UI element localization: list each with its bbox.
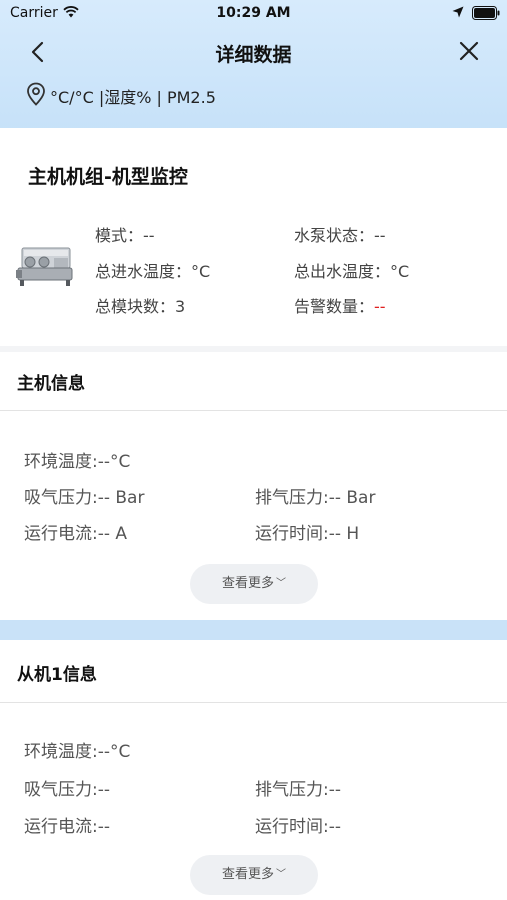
- location-pin-icon: [27, 82, 45, 106]
- chevron-down-icon: ﹀: [276, 869, 286, 880]
- mode-field: 模式：--: [95, 226, 155, 245]
- host-run-current: 运行电流:-- A: [24, 524, 128, 544]
- host-suction-pressure: 吸气压力:-- Bar: [24, 488, 145, 508]
- inlet-temp-field: 总进水温度：°C: [95, 262, 211, 281]
- section-divider: [0, 410, 507, 411]
- view-more-label: 查看更多: [221, 576, 274, 591]
- chevron-down-icon: ﹀: [276, 578, 286, 589]
- close-icon[interactable]: [456, 38, 482, 64]
- unit-card-title: 主机机组-机型监控: [28, 166, 188, 188]
- slave-run-time: 运行时间:--: [255, 817, 341, 837]
- section-separator-strip: [0, 620, 507, 640]
- outlet-temp-field: 总出水温度：°C: [294, 262, 410, 281]
- slave-suction-pressure: 吸气压力:--: [24, 780, 110, 800]
- alarm-count-value: --: [374, 297, 386, 316]
- alarm-count-label: 告警数量：: [294, 297, 375, 316]
- host-view-more-button[interactable]: 查看更多 ﹀: [190, 564, 318, 604]
- pump-status-field: 水泵状态：--: [294, 226, 386, 245]
- slave-section-title: 从机1信息: [17, 665, 97, 685]
- battery-icon: [472, 6, 500, 20]
- slave-ambient-temp: 环境温度:--°C: [24, 742, 131, 762]
- host-discharge-pressure: 排气压力:-- Bar: [255, 488, 376, 508]
- location-arrow-icon: [452, 6, 464, 18]
- slave-run-current: 运行电流:--: [24, 817, 110, 837]
- host-ambient-temp: 环境温度:--°C: [24, 452, 131, 472]
- host-info-card: 主机信息 环境温度:--°C 吸气压力:-- Bar 排气压力:-- Bar 运…: [0, 352, 507, 620]
- section-divider: [0, 702, 507, 703]
- alarm-count-field: 告警数量：--: [294, 293, 386, 317]
- slave-info-card: 从机1信息 环境温度:--°C 吸气压力:-- 排气压力:-- 运行电流:-- …: [0, 640, 507, 900]
- status-bar: Carrier 10:29 AM: [0, 0, 507, 28]
- status-time: 10:29 AM: [216, 5, 291, 21]
- chiller-unit-image: [16, 247, 73, 286]
- weather-text: °C/°C |湿度% | PM2.5: [50, 88, 216, 107]
- page-title: 详细数据: [215, 44, 292, 66]
- slave-view-more-button[interactable]: 查看更多 ﹀: [190, 855, 318, 895]
- unit-monitor-card: 主机机组-机型监控 模式：-- 水泵状态：-- 总进水温度：°C 总出水温度：°…: [0, 128, 507, 346]
- host-section-title: 主机信息: [17, 374, 85, 394]
- slave-discharge-pressure: 排气压力:--: [255, 780, 341, 800]
- view-more-label: 查看更多: [221, 867, 274, 882]
- nav-bar: 详细数据: [0, 28, 507, 76]
- host-run-time: 运行时间:-- H: [255, 524, 360, 544]
- module-count-field: 总模块数：3: [95, 297, 186, 316]
